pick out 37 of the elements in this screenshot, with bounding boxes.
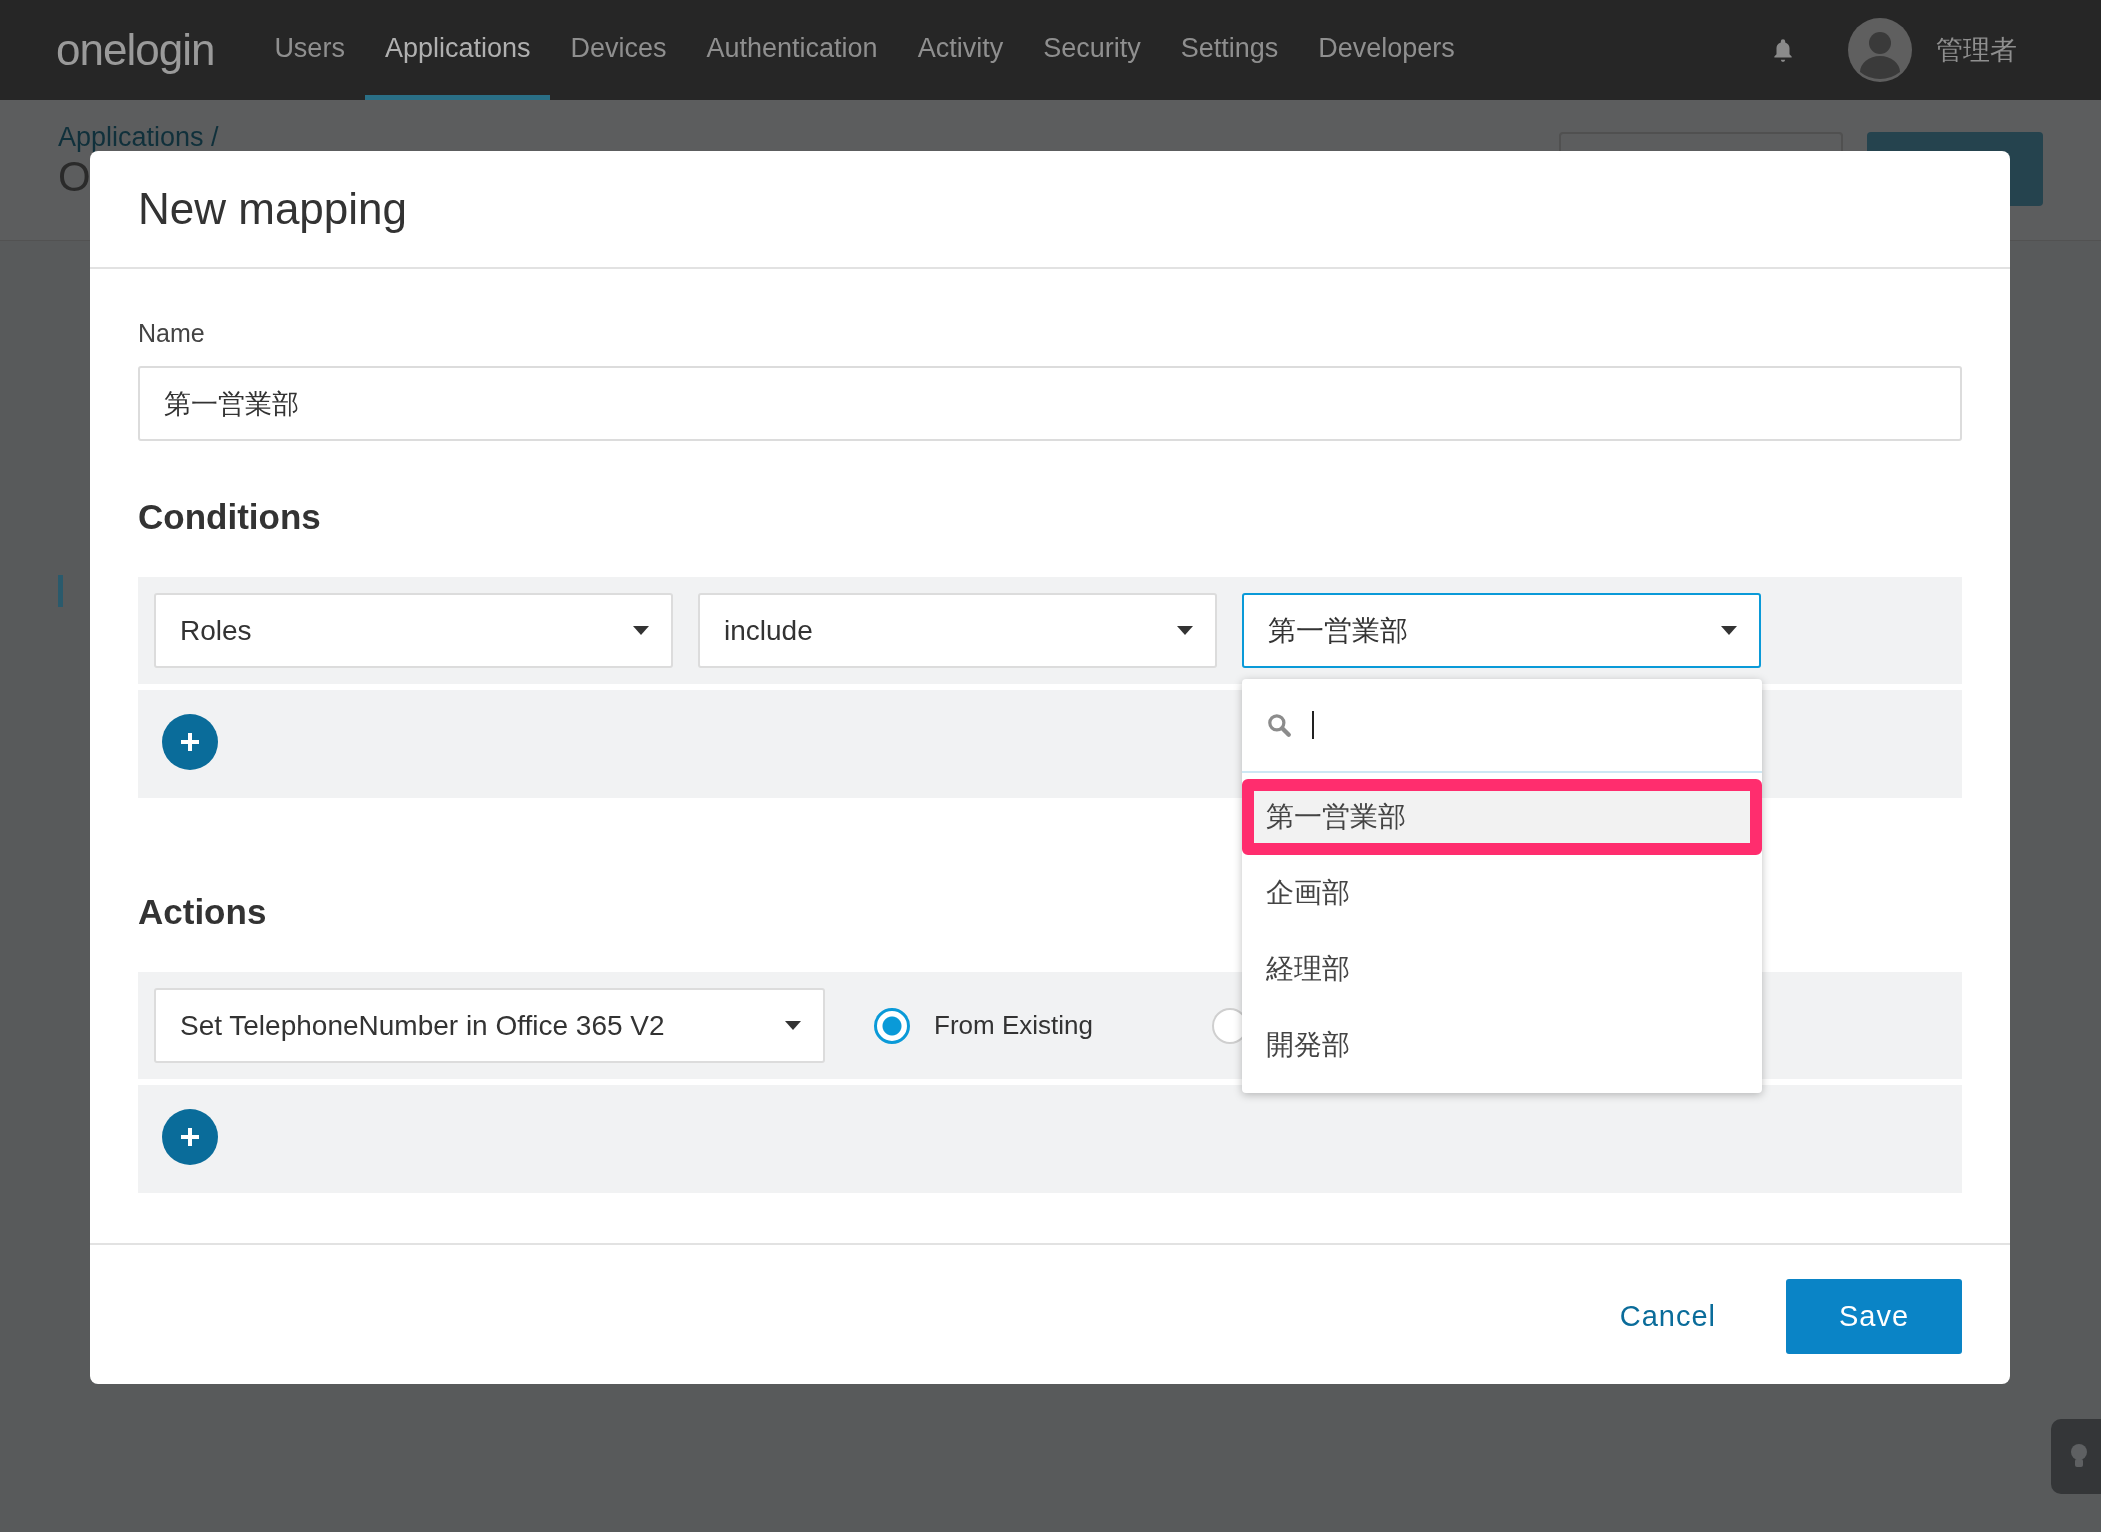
nav-tab[interactable]: Settings (1160, 0, 1299, 100)
select-dropdown[interactable]: 第一営業部 (1242, 593, 1761, 668)
dropdown-option[interactable]: 経理部 (1242, 931, 1762, 1007)
radio-label: From Existing (934, 1010, 1093, 1041)
cancel-button[interactable]: Cancel (1599, 1290, 1736, 1343)
add-button[interactable] (162, 1109, 218, 1165)
dropdown-option[interactable]: 企画部 (1242, 855, 1762, 931)
dropdown-option[interactable]: 第一営業部 (1242, 779, 1762, 855)
lightbulb-icon[interactable] (2051, 1419, 2101, 1494)
caret-icon (785, 1021, 801, 1030)
search-icon (1266, 712, 1292, 738)
nav-tab[interactable]: Authentication (686, 0, 898, 100)
field-label: Name (138, 319, 205, 348)
dropdown-option[interactable]: 開発部 (1242, 1007, 1762, 1083)
section-heading: Actions (138, 892, 267, 932)
active-indicator (58, 575, 63, 607)
nav-tab[interactable]: Devices (550, 0, 687, 100)
nav-tab[interactable]: Developers (1298, 0, 1475, 100)
name-field[interactable]: 第一営業部 (138, 366, 1962, 441)
caret-icon (1177, 626, 1193, 635)
dialog-title: New mapping (138, 184, 408, 234)
caret-icon (1721, 626, 1737, 635)
caret-icon (633, 626, 649, 635)
select-dropdown[interactable]: Roles (154, 593, 673, 668)
nav-tab[interactable]: Activity (897, 0, 1024, 100)
nav-tab[interactable]: Users (254, 0, 365, 100)
save-button[interactable]: Save (1786, 1279, 1962, 1354)
add-button[interactable] (162, 714, 218, 770)
logo[interactable]: onelogin (56, 25, 215, 75)
radio-button[interactable] (874, 1007, 910, 1044)
section-heading: Conditions (138, 497, 321, 537)
user-name[interactable]: 管理者 (1936, 32, 2017, 68)
text-cursor (1312, 711, 1314, 739)
select-dropdown[interactable]: include (698, 593, 1217, 668)
select-dropdown[interactable]: Set TelephoneNumber in Office 365 V2 (154, 988, 825, 1063)
nav-tab[interactable]: Security (1023, 0, 1161, 100)
avatar-icon[interactable] (1848, 18, 1912, 82)
